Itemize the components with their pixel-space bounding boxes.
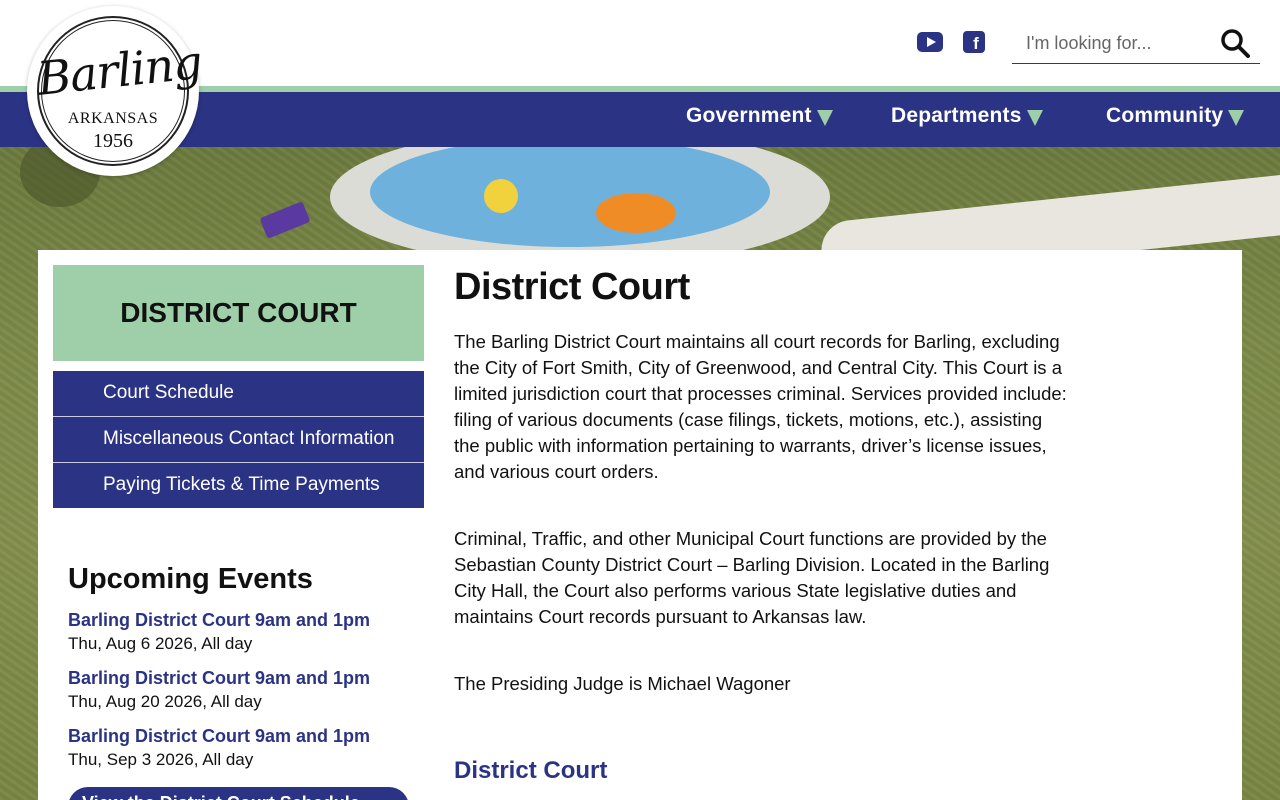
search-box: [1012, 22, 1260, 64]
nav-government[interactable]: Government: [686, 104, 833, 128]
play-glyph: [926, 37, 936, 47]
nav-departments[interactable]: Departments: [891, 104, 1043, 128]
sidebar-menu: Court Schedule Miscellaneous Contact Inf…: [53, 371, 424, 508]
functions-paragraph: Criminal, Traffic, and other Municipal C…: [454, 528, 1050, 627]
sidebar-item-paying-tickets[interactable]: Paying Tickets & Time Payments: [53, 463, 424, 508]
event-date: Thu, Aug 6 2026, All day: [68, 634, 253, 653]
event-item: Barling District Court 9am and 1pm Thu, …: [68, 666, 418, 714]
nav-community[interactable]: Community: [1106, 104, 1245, 128]
sidebar-item-court-schedule[interactable]: Court Schedule: [53, 371, 424, 417]
facebook-icon[interactable]: f: [963, 31, 985, 53]
event-link[interactable]: Barling District Court 9am and 1pm: [68, 666, 418, 690]
intro-paragraph: The Barling District Court maintains all…: [454, 331, 1067, 482]
nav-departments-label: Departments: [891, 104, 1022, 127]
caret-down-icon: [816, 110, 833, 126]
caret-down-icon: [1026, 110, 1043, 126]
event-item: Barling District Court 9am and 1pm Thu, …: [68, 724, 418, 772]
youtube-icon[interactable]: [917, 32, 943, 52]
site-logo[interactable]: Barling ARKANSAS 1956: [27, 6, 204, 176]
nav-community-label: Community: [1106, 104, 1224, 127]
logo-state-text: ARKANSAS: [67, 110, 159, 127]
page-title: District Court: [454, 266, 690, 308]
sculpture-fish: [596, 193, 676, 233]
search-input[interactable]: [1026, 30, 1206, 56]
facebook-glyph: f: [973, 33, 979, 53]
search-icon[interactable]: [1220, 28, 1250, 58]
event-date: Thu, Sep 3 2026, All day: [68, 750, 254, 769]
nav-government-label: Government: [686, 104, 812, 127]
logo-year-text: 1956: [93, 130, 133, 152]
event-link[interactable]: Barling District Court 9am and 1pm: [68, 608, 418, 632]
sidebar-item-misc-contact[interactable]: Miscellaneous Contact Information: [53, 417, 424, 463]
judge-paragraph: The Presiding Judge is Michael Wagoner: [454, 673, 791, 694]
event-link[interactable]: Barling District Court 9am and 1pm: [68, 724, 418, 748]
sculpture-yellow: [484, 179, 518, 213]
upcoming-events-heading: Upcoming Events: [68, 563, 313, 595]
event-item: Barling District Court 9am and 1pm Thu, …: [68, 608, 418, 656]
section-subheading: District Court: [454, 757, 608, 784]
view-schedule-button[interactable]: View the District Court Schedule: [68, 787, 409, 800]
caret-down-icon: [1228, 110, 1245, 126]
event-date: Thu, Aug 20 2026, All day: [68, 692, 262, 711]
sidebar-title: DISTRICT COURT: [53, 265, 424, 361]
